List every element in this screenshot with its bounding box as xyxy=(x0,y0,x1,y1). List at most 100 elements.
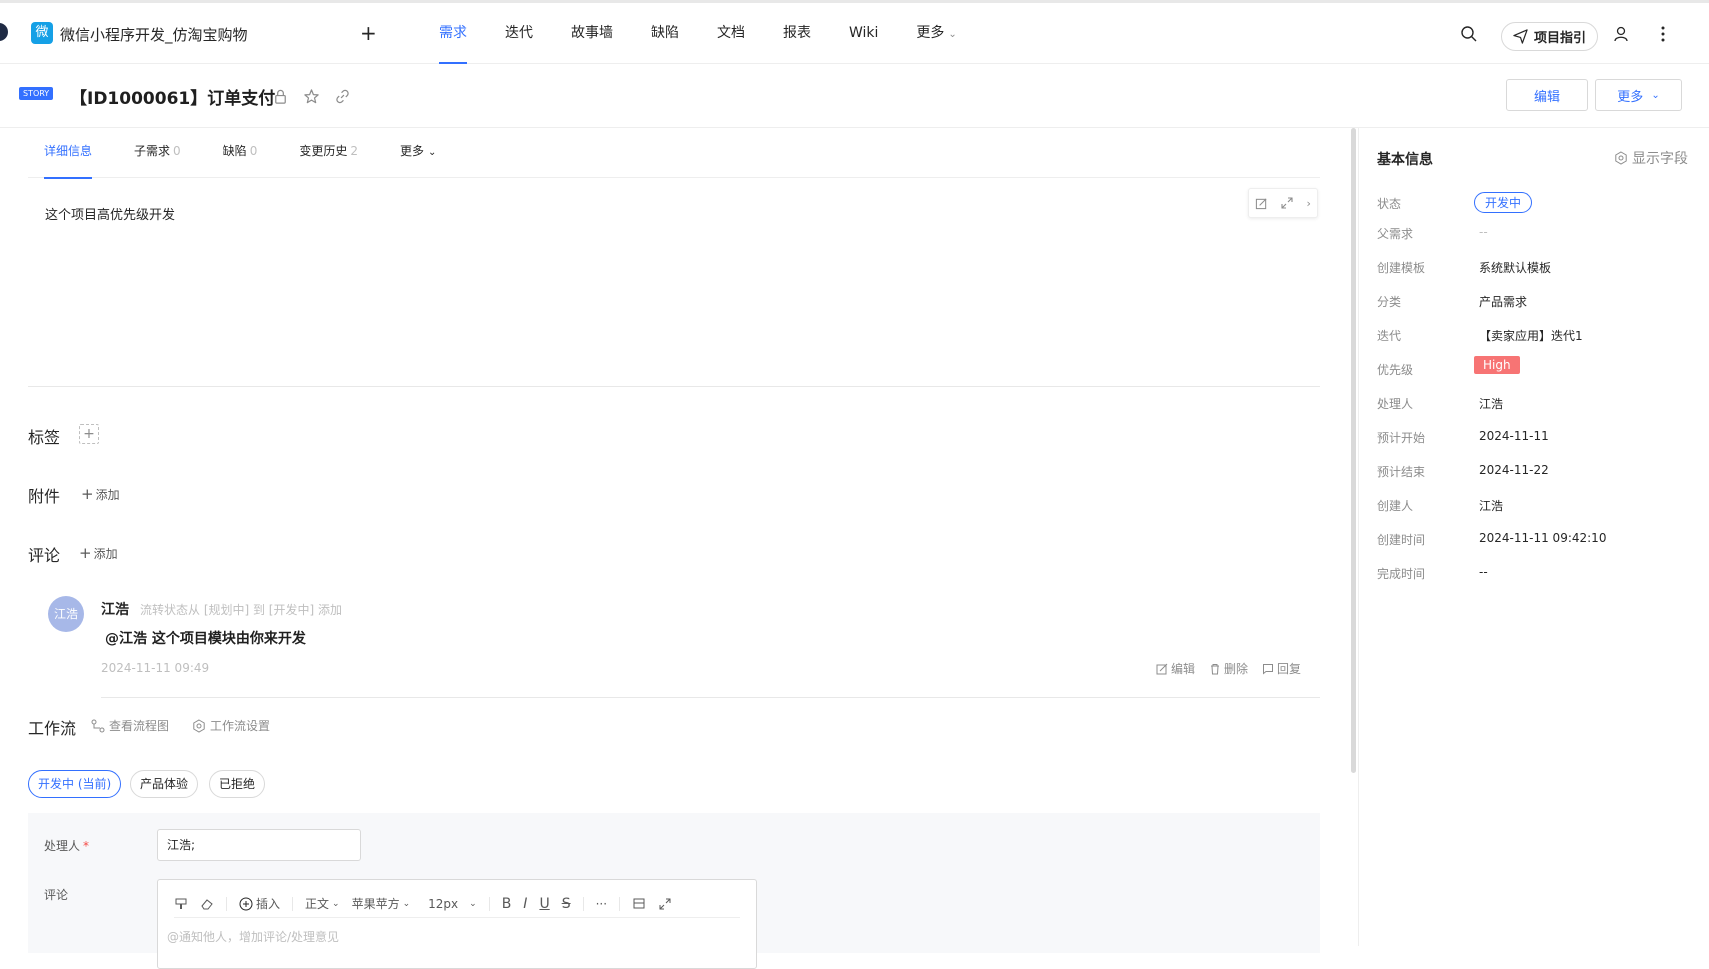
chevron-down-icon: ⌄ xyxy=(948,29,957,40)
field-key: 创建时间 xyxy=(1377,533,1426,547)
status-badge[interactable]: 开发中 xyxy=(1474,192,1533,213)
more-tools-button[interactable]: ··· xyxy=(596,897,607,911)
tab-sub-requirements[interactable]: 子需求 0 xyxy=(118,128,197,177)
tab-count: 0 xyxy=(249,144,258,158)
field-created-time: 创建时间 2024-11-11 09:42:10 xyxy=(1377,529,1697,549)
workflow-state-current[interactable]: 开发中 (当前) xyxy=(28,770,122,798)
more-vertical-icon[interactable] xyxy=(1658,24,1668,44)
nav-item-story-wall[interactable]: 故事墙 xyxy=(552,3,632,64)
tab-details[interactable]: 详细信息 xyxy=(28,128,108,179)
nav-item-more[interactable]: 更多 ⌄ xyxy=(897,3,975,64)
tab-more[interactable]: 更多 ⌄ xyxy=(384,128,452,177)
description-text: 这个项目高优先级开发 xyxy=(45,208,176,223)
chevron-down-icon: ⌄ xyxy=(428,147,437,158)
field-value[interactable]: 产品需求 xyxy=(1479,293,1527,310)
flowchart-icon xyxy=(91,719,105,732)
underline-button[interactable]: U xyxy=(539,896,549,912)
field-value[interactable]: -- xyxy=(1479,225,1488,239)
tab-defects[interactable]: 缺陷 0 xyxy=(207,128,274,177)
assignee-input[interactable]: 江浩; xyxy=(157,829,361,861)
field-value[interactable]: 2024-11-11 xyxy=(1479,429,1549,443)
nav-item-reports[interactable]: 报表 xyxy=(764,3,830,64)
field-key: 处理人 xyxy=(1377,397,1414,411)
eraser-icon[interactable] xyxy=(200,897,214,911)
lock-icon[interactable] xyxy=(272,88,289,105)
add-attachment-button[interactable]: + 添加 xyxy=(81,485,120,503)
edit-button[interactable]: 编辑 xyxy=(1506,79,1588,111)
view-flowchart-label: 查看流程图 xyxy=(109,719,170,733)
field-value[interactable]: 江浩 xyxy=(1479,395,1503,412)
nav-item-defects[interactable]: 缺陷 xyxy=(632,3,698,64)
italic-button[interactable]: I xyxy=(523,896,527,912)
font-value: 苹果苹方 xyxy=(351,897,400,911)
field-value[interactable]: 2024-11-22 xyxy=(1479,463,1549,477)
nav-item-requirements[interactable]: 需求 xyxy=(420,3,486,64)
nav-label: 迭代 xyxy=(505,25,533,41)
field-planned-end: 预计结束 2024-11-22 xyxy=(1377,461,1697,481)
font-select[interactable]: 苹果苹方 ⌄ xyxy=(352,895,411,912)
main-scrollbar[interactable] xyxy=(1351,128,1356,773)
tab-label: 缺陷 xyxy=(222,144,247,158)
sidebar-toggle-dot[interactable] xyxy=(0,23,8,41)
chevron-down-icon: ⌄ xyxy=(469,898,477,909)
field-key: 完成时间 xyxy=(1377,567,1426,581)
comment-delete-button[interactable]: 删除 xyxy=(1209,660,1248,677)
comments-label: 评论 xyxy=(28,546,61,565)
format-painter-icon[interactable] xyxy=(174,897,188,911)
project-name[interactable]: 微信小程序开发_仿淘宝购物 xyxy=(60,24,248,45)
edit-icon xyxy=(1156,663,1168,674)
add-tag-button[interactable]: + xyxy=(79,424,99,444)
more-button[interactable]: 更多 ⌄ xyxy=(1595,79,1682,111)
nav-item-wiki[interactable]: Wiki xyxy=(830,3,897,64)
comment-reply-button[interactable]: 回复 xyxy=(1262,660,1301,677)
add-attachment-label: 添加 xyxy=(95,488,120,502)
nav-item-docs[interactable]: 文档 xyxy=(698,3,764,64)
star-icon[interactable] xyxy=(303,88,320,105)
project-guide-button[interactable]: 项目指引 xyxy=(1501,22,1598,51)
insert-button[interactable]: 插入 xyxy=(239,895,280,912)
edit-icon[interactable] xyxy=(1255,197,1268,210)
comment-reply-label: 回复 xyxy=(1277,662,1302,676)
field-value[interactable]: 【卖家应用】迭代1 xyxy=(1479,327,1583,344)
field-planned-start: 预计开始 2024-11-11 xyxy=(1377,427,1697,447)
workflow-state-rejected[interactable]: 已拒绝 xyxy=(209,770,266,798)
toolbar-separator xyxy=(292,896,294,911)
show-fields-label: 显示字段 xyxy=(1632,151,1688,167)
tab-change-history[interactable]: 变更历史 2 xyxy=(283,128,374,177)
field-key: 创建人 xyxy=(1377,499,1414,513)
assignee-label: 处理人 * xyxy=(44,837,89,854)
priority-badge[interactable]: High xyxy=(1474,356,1520,374)
plus-icon: + xyxy=(79,544,92,562)
workflow-state-experience[interactable]: 产品体验 xyxy=(130,770,199,798)
comment-divider xyxy=(101,697,1320,698)
field-value[interactable]: 系统默认模板 xyxy=(1479,259,1551,276)
add-button[interactable]: + xyxy=(360,21,377,45)
nav-item-iterations[interactable]: 迭代 xyxy=(486,3,552,64)
field-creator: 创建人 江浩 xyxy=(1377,495,1697,515)
strikethrough-button[interactable]: S xyxy=(562,896,571,912)
paragraph-select[interactable]: 正文 ⌄ xyxy=(305,895,340,912)
show-fields-button[interactable]: 显示字段 xyxy=(1614,148,1688,168)
attachments-label: 附件 xyxy=(28,487,61,506)
link-icon[interactable] xyxy=(334,88,351,105)
fullscreen-icon[interactable] xyxy=(658,897,672,911)
toolbar-separator xyxy=(619,896,621,911)
chevron-right-icon[interactable]: › xyxy=(1306,197,1310,210)
expand-icon[interactable] xyxy=(1280,196,1294,210)
plus-circle-icon xyxy=(239,897,253,910)
user-settings-icon[interactable] xyxy=(1613,25,1631,43)
gear-icon xyxy=(193,718,205,733)
tab-label: 更多 xyxy=(399,144,424,158)
font-size-value: 12px xyxy=(428,896,459,911)
more-button-label: 更多 xyxy=(1617,89,1644,105)
workflow-settings-link[interactable]: 工作流设置 xyxy=(192,717,270,734)
field-value: -- xyxy=(1479,565,1488,579)
search-icon[interactable] xyxy=(1460,25,1478,43)
view-flowchart-link[interactable]: 查看流程图 xyxy=(91,717,169,734)
bold-button[interactable]: B xyxy=(502,896,512,912)
font-size-select[interactable]: 12px ⌄ xyxy=(428,897,477,911)
template-icon[interactable] xyxy=(632,897,646,911)
comment-editor[interactable]: 插入 正文 ⌄ 苹果苹方 ⌄ 12px ⌄ B I U S ··· @通知他人，增加评… xyxy=(157,879,757,969)
comment-edit-button[interactable]: 编辑 xyxy=(1156,660,1195,677)
add-comment-button[interactable]: + 添加 xyxy=(79,544,118,562)
